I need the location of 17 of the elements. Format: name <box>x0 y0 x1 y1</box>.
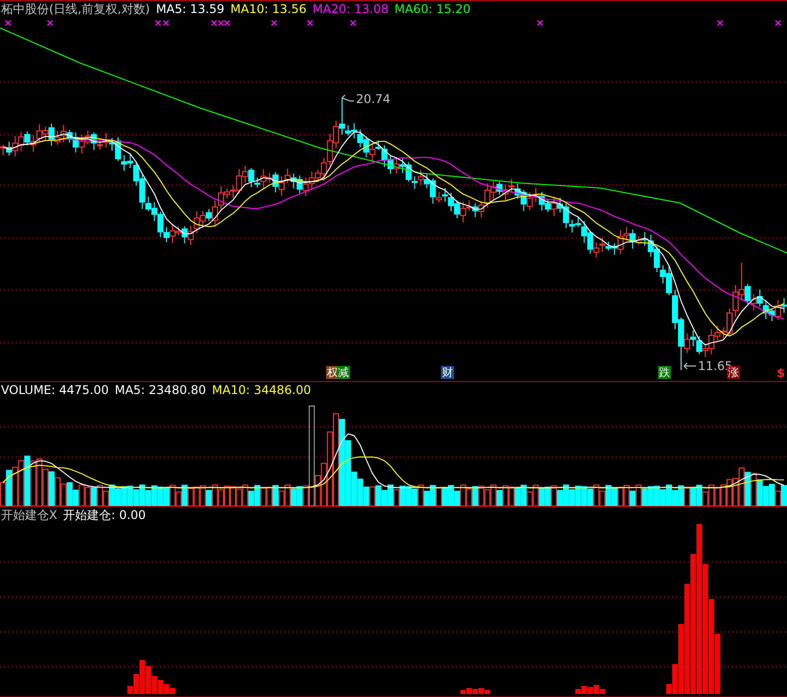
signal-indicator-label: 开始建仓: 0.00 <box>63 507 146 524</box>
end-marker: $ <box>776 367 785 380</box>
signal-indicator-label: 开始建仓X <box>1 507 58 524</box>
leader-line <box>342 94 355 102</box>
event-badge: 财 <box>441 366 454 379</box>
volume-indicator-label: VOLUME: 4475.00 <box>1 382 109 399</box>
volume-indicator-label: MA5: 23480.80 <box>114 382 206 399</box>
moving-average-label: MA5: 13.59 <box>156 1 224 18</box>
leader-line <box>684 362 697 370</box>
high-price-label: 20.74 <box>356 92 390 106</box>
volume-indicator-label: MA10: 34486.00 <box>212 382 311 399</box>
stock-title: 柘中股份(日线,前复权,对数) <box>1 1 150 18</box>
event-badge: 减 <box>337 366 350 379</box>
moving-average-label: MA20: 13.08 <box>312 1 389 18</box>
moving-average-label: MA10: 13.56 <box>230 1 306 18</box>
event-badge: 跌 <box>658 366 671 379</box>
moving-average-label: MA60: 15.20 <box>394 1 471 18</box>
